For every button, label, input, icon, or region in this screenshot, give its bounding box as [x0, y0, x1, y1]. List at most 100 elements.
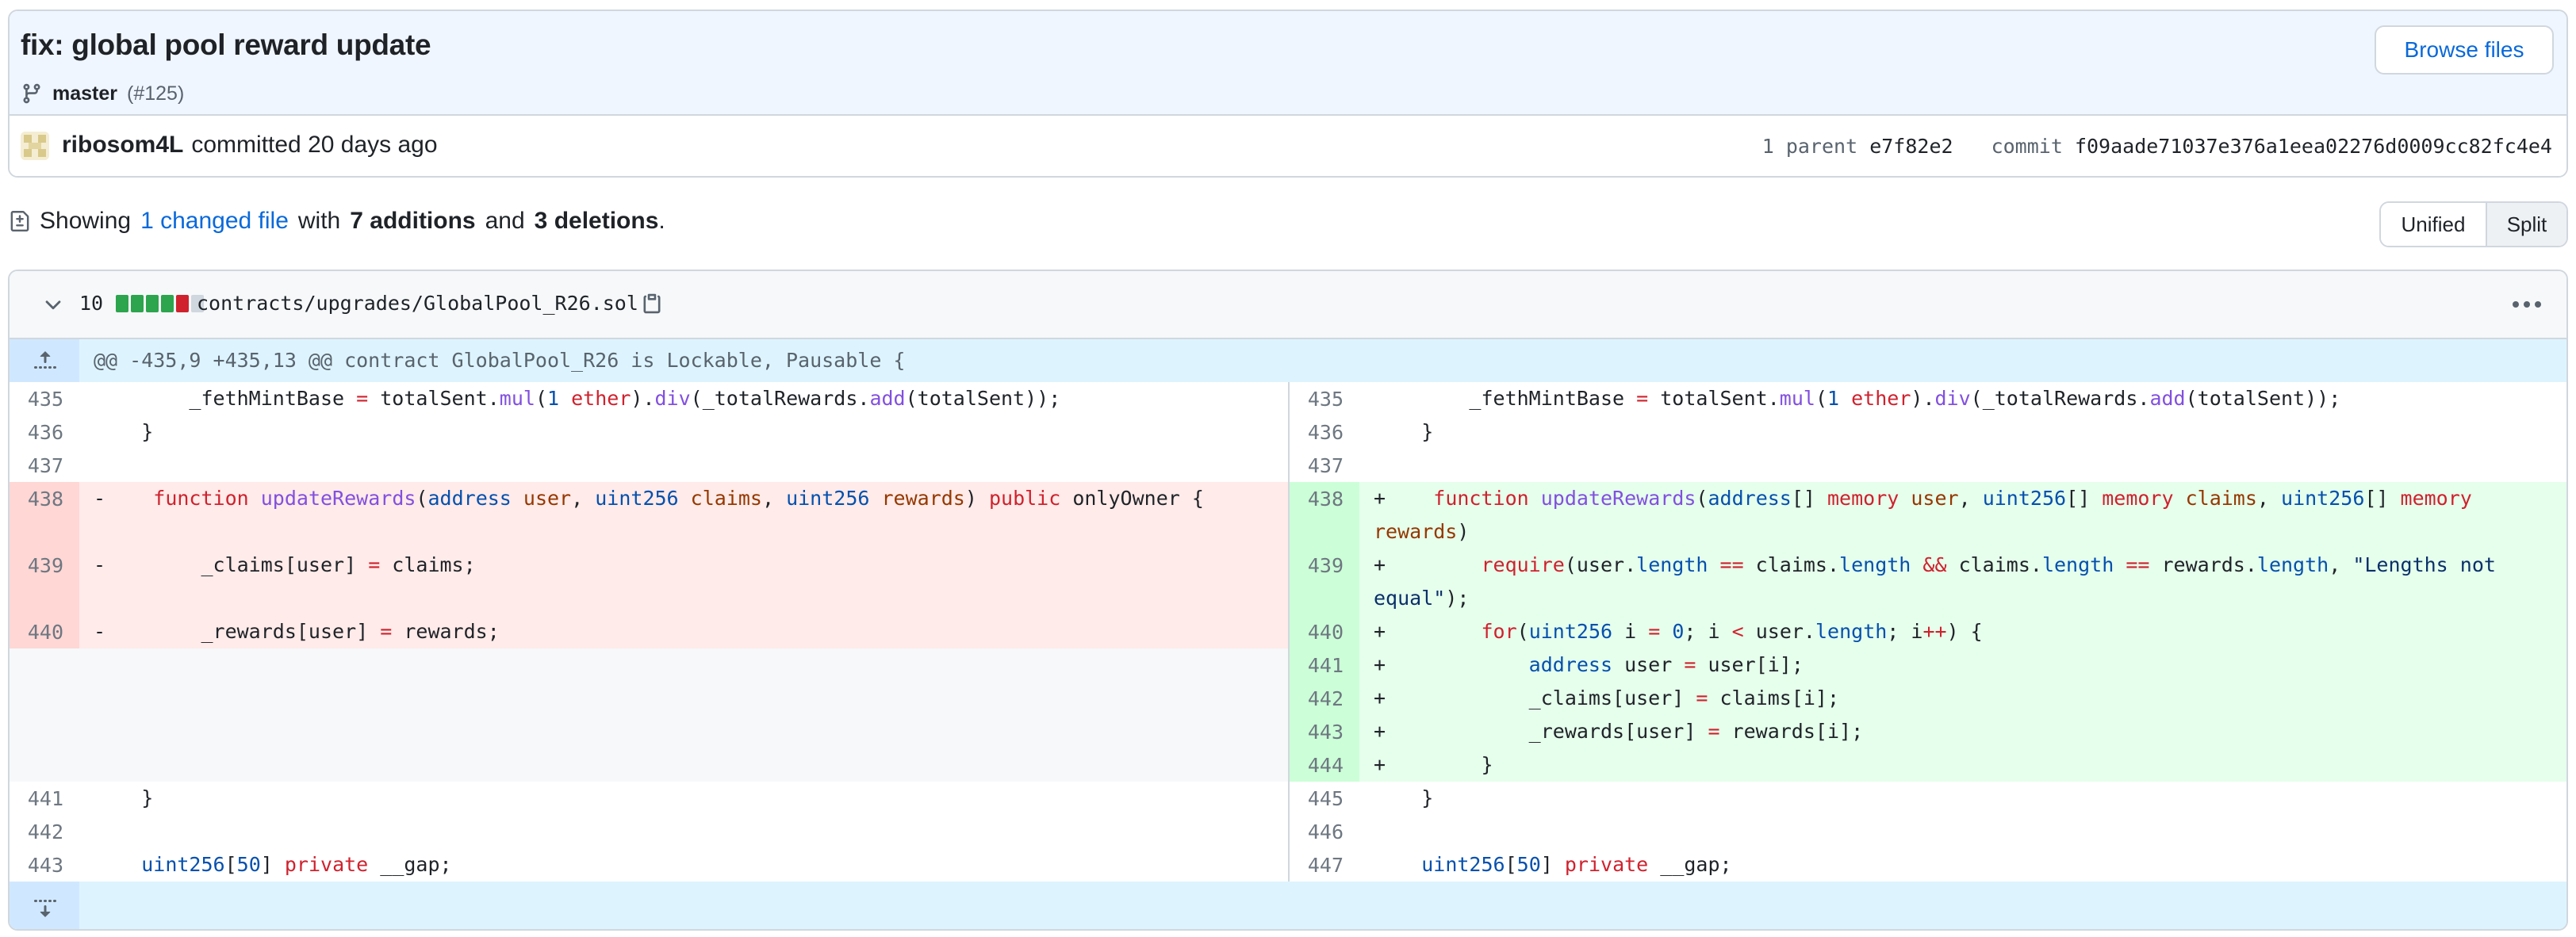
diff-row: 441 + address user = user[i]; [10, 648, 2566, 682]
hunk-header-text: @@ -435,9 +435,13 @@ contract GlobalPool… [94, 349, 906, 372]
diff-row: 439 - _claims[user] = claims; 439 + requ… [10, 549, 2566, 615]
line-number[interactable]: 441 [1290, 648, 1359, 682]
line-number[interactable]: 446 [1290, 815, 1359, 848]
browse-files-button[interactable]: Browse files [2375, 25, 2554, 75]
line-number[interactable]: 441 [10, 782, 79, 815]
copy-icon[interactable] [641, 290, 663, 317]
line-number[interactable]: 442 [1290, 682, 1359, 715]
pull-request-link[interactable]: (#125) [127, 82, 184, 105]
commit-header: fix: global pool reward update master (#… [8, 10, 2568, 178]
line-number[interactable]: 438 [10, 482, 79, 549]
branch-name[interactable]: master [52, 82, 117, 105]
line-number[interactable]: 440 [10, 615, 79, 648]
unified-view-button[interactable]: Unified [2381, 203, 2487, 246]
code-line: } [1374, 420, 1434, 443]
line-number[interactable]: 444 [1290, 748, 1359, 782]
line-number[interactable]: 447 [1290, 848, 1359, 882]
empty-cell [10, 648, 1290, 682]
diffstat-add-square [116, 295, 128, 312]
diff-row: 443 uint256[50] private __gap; 447 uint2… [10, 848, 2566, 882]
diffstat-del-square [176, 295, 189, 312]
commit-title: fix: global pool reward update [21, 29, 431, 61]
commit-hash: f09aade71037e376a1eea02276d0009cc82fc4e4 [2074, 135, 2552, 158]
expand-down-button[interactable] [10, 882, 79, 929]
diff-row: 438 - function updateRewards(address use… [10, 482, 2566, 576]
commit-info: commit f09aade71037e376a1eea02276d0009cc… [1991, 135, 2552, 158]
line-number[interactable]: 435 [1290, 382, 1359, 415]
git-branch-icon [23, 83, 40, 104]
diff-row: 443 + _rewards[user] = rewards[i]; [10, 715, 2566, 748]
diff-view-toggle: Unified Split [2379, 201, 2568, 247]
hunk-header: @@ -435,9 +435,13 @@ contract GlobalPool… [10, 339, 2566, 382]
empty-cell [10, 715, 1290, 748]
deleted-code-line: - _rewards[user] = rewards; [79, 615, 1288, 648]
code-line: } [1374, 786, 1434, 809]
file-diff: 10 contracts/upgrades/GlobalPool_R26.sol… [8, 270, 2568, 931]
added-code-line: + require(user.length == claims.length &… [1359, 549, 2566, 615]
commit-title-bar: fix: global pool reward update master (#… [10, 11, 2566, 116]
summary-and: and [485, 208, 525, 234]
commit-author[interactable]: ribosom4L [62, 132, 183, 159]
kebab-horizontal-icon[interactable] [2511, 295, 2543, 314]
line-number[interactable]: 438 [1290, 482, 1359, 549]
file-change-count: 10 [79, 292, 104, 315]
diff-table: @@ -435,9 +435,13 @@ contract GlobalPool… [10, 339, 2566, 882]
chevron-down-icon[interactable] [41, 293, 65, 317]
expand-down-icon [34, 900, 56, 917]
added-code-line: + _rewards[user] = rewards[i]; [1359, 715, 2566, 748]
parent-label: 1 parent [1761, 135, 1858, 158]
expand-up-icon [34, 351, 56, 369]
summary-period: . [658, 208, 665, 234]
line-number[interactable]: 437 [10, 449, 79, 482]
code-line: uint256[50] private __gap; [141, 853, 452, 876]
diff-row: 437 437 [10, 449, 2566, 482]
code-line: uint256[50] private __gap; [1421, 853, 1732, 876]
expand-up-button[interactable] [10, 339, 79, 382]
diff-row: 440 - _rewards[user] = rewards; 440 + fo… [10, 615, 2566, 648]
expand-down-row [10, 882, 2566, 929]
summary-prefix: Showing [40, 208, 132, 234]
diffstat-add-square [146, 295, 159, 312]
diff-row: 444 + } [10, 748, 2566, 782]
added-code-line: + _claims[user] = claims[i]; [1359, 682, 2566, 715]
added-code-line: + function updateRewards(address[] memor… [1359, 482, 2566, 576]
line-number[interactable]: 436 [1290, 415, 1359, 449]
deleted-code-line: - function updateRewards(address user, u… [79, 482, 1288, 549]
added-code-line: + for(uint256 i = 0; i < user.length; i+… [1359, 615, 2566, 648]
file-path[interactable]: contracts/upgrades/GlobalPool_R26.sol [197, 292, 638, 315]
parent-hash[interactable]: e7f82e2 [1869, 135, 1953, 158]
line-number[interactable]: 439 [1290, 549, 1359, 615]
commit-label: commit [1991, 135, 2063, 158]
code-line: _fethMintBase = totalSent.mul(1 ether).d… [1374, 387, 2341, 410]
line-number[interactable]: 440 [1290, 615, 1359, 648]
line-number[interactable]: 442 [10, 815, 79, 848]
code-line: _fethMintBase = totalSent.mul(1 ether).d… [94, 387, 1061, 410]
line-number[interactable]: 437 [1290, 449, 1359, 482]
line-number[interactable]: 436 [10, 415, 79, 449]
diffstat-add-square [131, 295, 144, 312]
line-number[interactable]: 443 [10, 848, 79, 882]
diffstat-bars [116, 295, 204, 312]
additions-count: 7 additions [350, 208, 476, 234]
line-number[interactable]: 443 [1290, 715, 1359, 748]
code-line: } [94, 786, 154, 809]
diff-row: 436 } 436 } [10, 415, 2566, 449]
split-view-button[interactable]: Split [2487, 203, 2566, 246]
line-number[interactable]: 439 [10, 549, 79, 615]
changed-files-link[interactable]: 1 changed file [140, 208, 289, 235]
line-number[interactable]: 445 [1290, 782, 1359, 815]
commit-meta: ribosom4L committed 20 days ago 1 parent… [10, 116, 2566, 176]
file-diff-icon [10, 211, 29, 231]
diff-row: 441 } 445 } [10, 782, 2566, 815]
code-line: } [94, 420, 154, 443]
line-number[interactable]: 435 [10, 382, 79, 415]
added-code-line: + } [1359, 748, 2566, 782]
diff-row: 435 _fethMintBase = totalSent.mul(1 ethe… [10, 382, 2566, 415]
deleted-code-line: - _claims[user] = claims; [79, 549, 1288, 615]
diff-row: 442 446 [10, 815, 2566, 848]
avatar[interactable] [21, 132, 49, 160]
